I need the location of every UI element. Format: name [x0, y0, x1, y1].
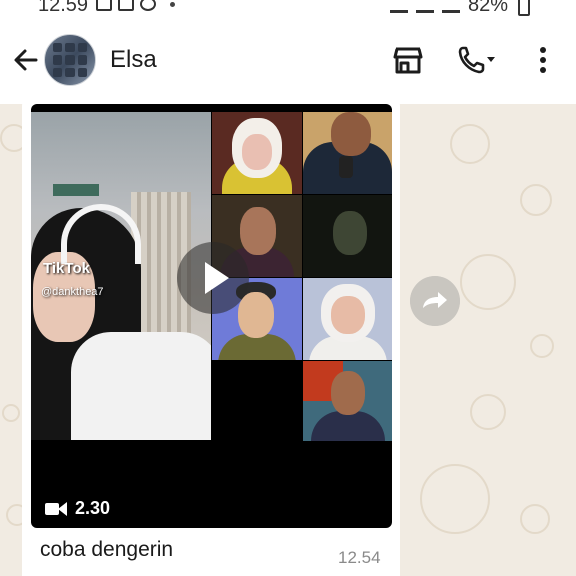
- play-button[interactable]: [177, 242, 249, 314]
- video-thumbnail[interactable]: TikTok @dankthea7 2.30: [31, 104, 392, 528]
- battery-icon: [518, 0, 530, 16]
- more-notifications-icon: [170, 1, 175, 7]
- message-caption: coba dengerin: [40, 538, 174, 561]
- forward-icon[interactable]: [410, 276, 460, 326]
- status-time: 12.59: [38, 0, 89, 16]
- battery-percent: 82%: [467, 0, 508, 16]
- status-right: 82%: [389, 0, 530, 17]
- youtube-icon: [118, 0, 134, 11]
- tiktok-watermark-logo: TikTok: [43, 260, 90, 277]
- video-participant-tile: [303, 278, 392, 360]
- video-participant-tile: [303, 195, 392, 277]
- signal-icon: [441, 0, 460, 13]
- chat-header: Elsa: [0, 18, 576, 104]
- video-duration-text: 2.30: [75, 498, 111, 518]
- shop-icon[interactable]: [392, 44, 424, 76]
- phone-icon[interactable]: [456, 44, 498, 76]
- back-arrow-icon[interactable]: [10, 44, 42, 76]
- tiktok-watermark-handle: @dankthea7: [41, 286, 104, 298]
- video-duration: 2.30: [45, 498, 110, 519]
- video-participant-tile: [303, 361, 392, 441]
- video-camera-icon: [45, 501, 67, 517]
- gallery-icon: [96, 0, 112, 11]
- contact-name[interactable]: Elsa: [110, 46, 157, 74]
- tiktok-icon: [140, 0, 156, 11]
- video-participant-tile: [212, 112, 302, 194]
- message-time: 12.54: [338, 548, 381, 567]
- avatar[interactable]: [44, 34, 96, 86]
- play-icon: [205, 262, 229, 294]
- status-notification-icons: [96, 0, 175, 11]
- mute-icon: [389, 0, 408, 13]
- more-vertical-icon[interactable]: [527, 44, 559, 76]
- status-bar: 12.59 82%: [0, 0, 576, 18]
- video-participant-tile: [212, 361, 302, 441]
- video-participant-tile: [303, 112, 392, 194]
- wifi-icon: [415, 0, 434, 13]
